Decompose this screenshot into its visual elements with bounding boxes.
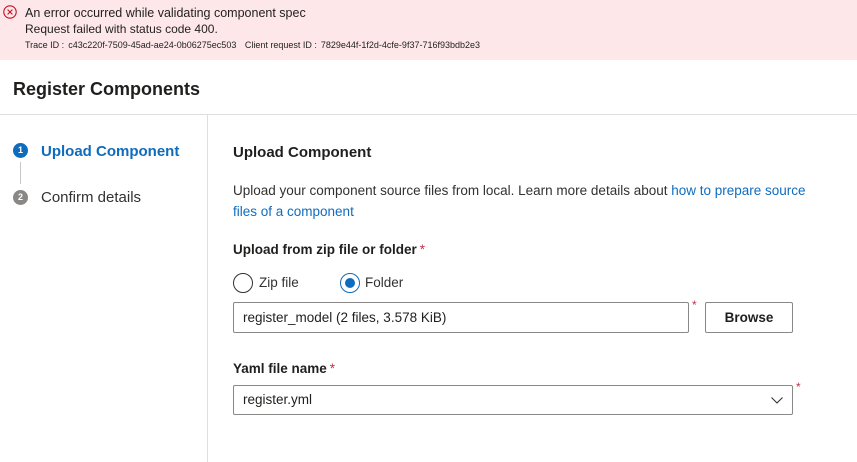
trace-id-label: Trace ID :: [25, 40, 65, 50]
error-title: An error occurred while validating compo…: [25, 6, 306, 20]
step-connector: [20, 162, 21, 184]
browse-button[interactable]: Browse: [705, 302, 793, 333]
client-request-id-value: 7829e44f-1f2d-4cfe-9f37-716f93bdb2e3: [320, 40, 481, 50]
yaml-required-indicator: *: [796, 380, 801, 394]
folder-radio-selected-dot: [345, 278, 355, 288]
section-description: Upload your component source files from …: [233, 180, 813, 222]
zip-file-radio-label[interactable]: Zip file: [259, 275, 299, 290]
section-title: Upload Component: [233, 144, 372, 161]
required-indicator: *: [329, 361, 336, 376]
panel-divider: [207, 115, 208, 462]
yaml-file-name-label: Yaml file name *: [233, 361, 335, 376]
upload-source-label-text: Upload from zip file or folder: [233, 242, 417, 257]
yaml-file-name-label-text: Yaml file name: [233, 361, 327, 376]
description-text: Upload your component source files from …: [233, 183, 672, 198]
error-message: Request failed with status code 400.: [25, 22, 218, 36]
error-trace-info: Trace ID : c43c220f-7509-45ad-ae24-0b0627…: [25, 40, 484, 50]
yaml-file-selected-value: register.yml: [243, 392, 313, 407]
page-title: Register Components: [13, 79, 201, 99]
step-upload-component[interactable]: Upload Component: [41, 143, 179, 160]
error-circle-icon: [3, 5, 17, 19]
yaml-file-dropdown[interactable]: register.yml: [233, 385, 793, 415]
upload-path-field[interactable]: register_model (2 files, 3.578 KiB): [233, 302, 689, 333]
step-1-indicator: 1: [13, 143, 28, 158]
error-banner: An error occurred while validating compo…: [0, 0, 857, 60]
folder-radio[interactable]: [340, 273, 360, 293]
zip-file-radio[interactable]: [233, 273, 253, 293]
required-indicator: *: [419, 242, 426, 257]
step-confirm-details[interactable]: Confirm details: [41, 189, 141, 206]
upload-source-label: Upload from zip file or folder *: [233, 242, 425, 257]
trace-id-value: c43c220f-7509-45ad-ae24-0b06275ec503: [68, 40, 237, 50]
client-request-id-label: Client request ID :: [244, 40, 317, 50]
header-divider: [0, 114, 857, 115]
upload-required-indicator: *: [692, 298, 697, 312]
chevron-down-icon: [771, 397, 783, 404]
folder-radio-label[interactable]: Folder: [365, 275, 403, 290]
step-2-indicator: 2: [13, 190, 28, 205]
